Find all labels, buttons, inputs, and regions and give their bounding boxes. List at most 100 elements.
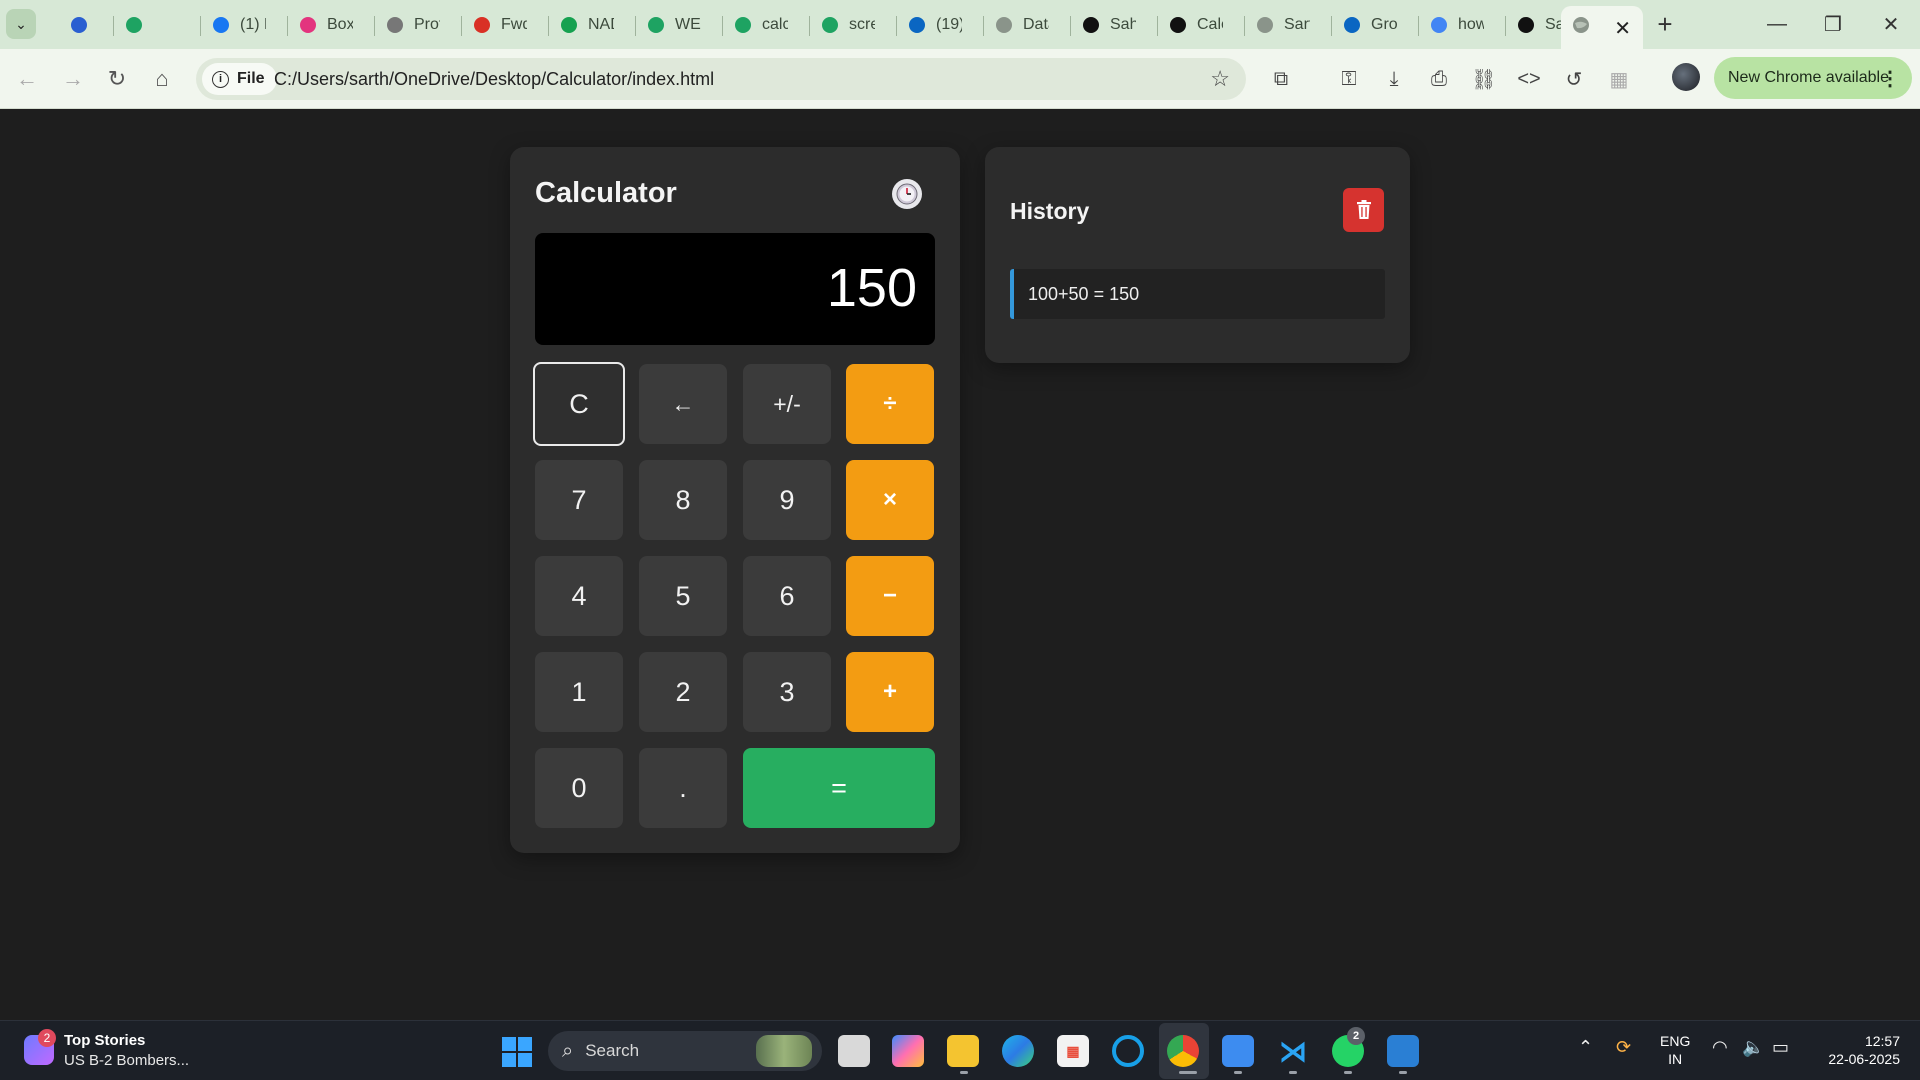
backspace-button[interactable]: ← [639, 364, 727, 444]
file-explorer-icon[interactable] [947, 1035, 979, 1067]
digit-0-button[interactable]: 0 [535, 748, 623, 828]
decimal-button[interactable]: . [639, 748, 727, 828]
tab-separator [635, 16, 636, 36]
history-icon[interactable]: ↺ [1557, 62, 1591, 96]
notepad-icon[interactable] [1222, 1035, 1254, 1067]
chevron-up-icon[interactable]: ⌃ [1578, 1037, 1593, 1058]
tab-search-button[interactable]: ⌄ [6, 9, 36, 39]
vscode-icon[interactable]: ⋊ [1277, 1035, 1309, 1067]
add-button[interactable]: + [846, 652, 934, 732]
chrome-update-button[interactable]: New Chrome available ⋮ [1714, 57, 1912, 99]
digit-2-button[interactable]: 2 [639, 652, 727, 732]
home-icon[interactable]: ⌂ [145, 62, 179, 96]
microsoft-store-icon[interactable]: ▦ [1057, 1035, 1089, 1067]
task-view-icon[interactable] [838, 1035, 870, 1067]
copilot-icon[interactable] [892, 1035, 924, 1067]
close-tab-icon[interactable]: ✕ [1614, 16, 1631, 41]
browser-tab[interactable]: Sart [1246, 8, 1326, 42]
cortana-icon[interactable] [1112, 1035, 1144, 1067]
volume-icon[interactable]: 🔈 [1742, 1037, 1764, 1058]
qr-code-icon[interactable]: ▦ [1602, 62, 1636, 96]
divide-button[interactable]: ÷ [846, 364, 934, 444]
google-drive-icon [819, 14, 841, 36]
link-icon[interactable]: ⛓ [1467, 62, 1501, 96]
browser-tab[interactable] [60, 8, 100, 42]
download-icon[interactable]: ⤓ [1377, 62, 1411, 96]
browser-tab[interactable]: Grov [1333, 8, 1413, 42]
profile-avatar[interactable] [1672, 63, 1700, 91]
browser-tab[interactable]: Sahi [1072, 8, 1152, 42]
digit-1-button[interactable]: 1 [535, 652, 623, 732]
browser-tab[interactable]: (19) [898, 8, 978, 42]
google-drive-icon [645, 14, 667, 36]
reload-icon[interactable]: ↻ [100, 62, 134, 96]
chrome-icon[interactable] [1167, 1035, 1199, 1067]
equals-button[interactable]: = [743, 748, 935, 828]
browser-tab[interactable]: how [1420, 8, 1500, 42]
edge-icon[interactable] [1002, 1035, 1034, 1067]
digit-3-button[interactable]: 3 [743, 652, 831, 732]
forward-icon[interactable]: → [56, 62, 90, 96]
multiply-button[interactable]: × [846, 460, 934, 540]
widget-title[interactable]: Top Stories [64, 1032, 145, 1049]
more-menu-icon[interactable]: ⋮ [1880, 66, 1900, 91]
system-clock[interactable]: 12:57 22-06-2025 [1810, 1032, 1900, 1068]
browser-tab[interactable]: WEB [637, 8, 717, 42]
bookmark-star-icon[interactable]: ☆ [1210, 66, 1230, 92]
digit-5-button[interactable]: 5 [639, 556, 727, 636]
browser-tab[interactable]: Calc [1159, 8, 1239, 42]
digit-6-button[interactable]: 6 [743, 556, 831, 636]
password-key-icon[interactable]: ⚿ [1332, 62, 1366, 96]
running-indicator [1179, 1071, 1197, 1074]
linkedin-icon [1341, 14, 1363, 36]
new-tab-button[interactable]: + [1650, 9, 1680, 39]
browser-tab[interactable]: Prof [376, 8, 456, 42]
browser-tab[interactable]: Fwd [463, 8, 543, 42]
browser-tab[interactable]: (1) F [202, 8, 282, 42]
browser-tab[interactable] [115, 8, 195, 42]
calculator-app-icon[interactable] [1387, 1035, 1419, 1067]
google-drive-icon [123, 14, 145, 36]
widget-subtitle[interactable]: US B-2 Bombers... [64, 1052, 189, 1069]
info-icon: i [212, 70, 229, 88]
clear-button[interactable]: C [533, 362, 625, 446]
url-text[interactable]: C:/Users/sarth/OneDrive/Desktop/Calculat… [274, 69, 714, 90]
site-info-chip[interactable]: i File [202, 63, 277, 95]
browser-tab[interactable]: NAD [550, 8, 630, 42]
browser-tab[interactable]: scree [811, 8, 891, 42]
digit-7-button[interactable]: 7 [535, 460, 623, 540]
subtract-button[interactable]: − [846, 556, 934, 636]
wifi-icon[interactable]: ◠ [1712, 1037, 1728, 1058]
tab-separator [1157, 16, 1158, 36]
language-indicator[interactable]: ENG IN [1660, 1032, 1690, 1068]
digit-8-button[interactable]: 8 [639, 460, 727, 540]
extensions-icon[interactable]: ⧉ [1264, 62, 1298, 96]
browser-tab[interactable]: Data [985, 8, 1065, 42]
back-icon[interactable]: ← [10, 62, 44, 96]
history-toggle-button[interactable] [892, 179, 922, 209]
minimize-icon[interactable]: — [1757, 8, 1797, 40]
restore-icon[interactable]: ❐ [1813, 8, 1853, 40]
digit-4-button[interactable]: 4 [535, 556, 623, 636]
browser-tab[interactable]: calcu [724, 8, 804, 42]
address-bar[interactable]: i File C:/Users/sarth/OneDrive/Desktop/C… [196, 58, 1246, 100]
windows-start-icon[interactable] [502, 1037, 532, 1067]
history-entry[interactable]: 100+50 = 150 [1010, 269, 1385, 319]
globe-icon [1254, 14, 1276, 36]
taskbar-search[interactable]: ⌕ Search [548, 1031, 822, 1071]
battery-icon[interactable]: ▭ [1772, 1037, 1789, 1058]
print-icon[interactable]: ⎙ [1422, 62, 1456, 96]
digit-9-button[interactable]: 9 [743, 460, 831, 540]
sync-icon[interactable]: ⟳ [1616, 1037, 1631, 1058]
close-window-icon[interactable]: ✕ [1871, 8, 1911, 40]
clear-history-button[interactable] [1343, 188, 1384, 232]
trash-icon [1356, 200, 1371, 219]
calculator-display: 150 [535, 233, 935, 345]
active-tab[interactable]: ✕ [1561, 6, 1643, 49]
code-icon[interactable]: <> [1512, 62, 1546, 96]
toggle-sign-button[interactable]: +/- [743, 364, 831, 444]
github-icon [1515, 14, 1537, 36]
taskbar-search-label: Search [585, 1041, 640, 1060]
browser-tab[interactable]: Boxi [289, 8, 369, 42]
clock-date: 22-06-2025 [1828, 1051, 1900, 1067]
